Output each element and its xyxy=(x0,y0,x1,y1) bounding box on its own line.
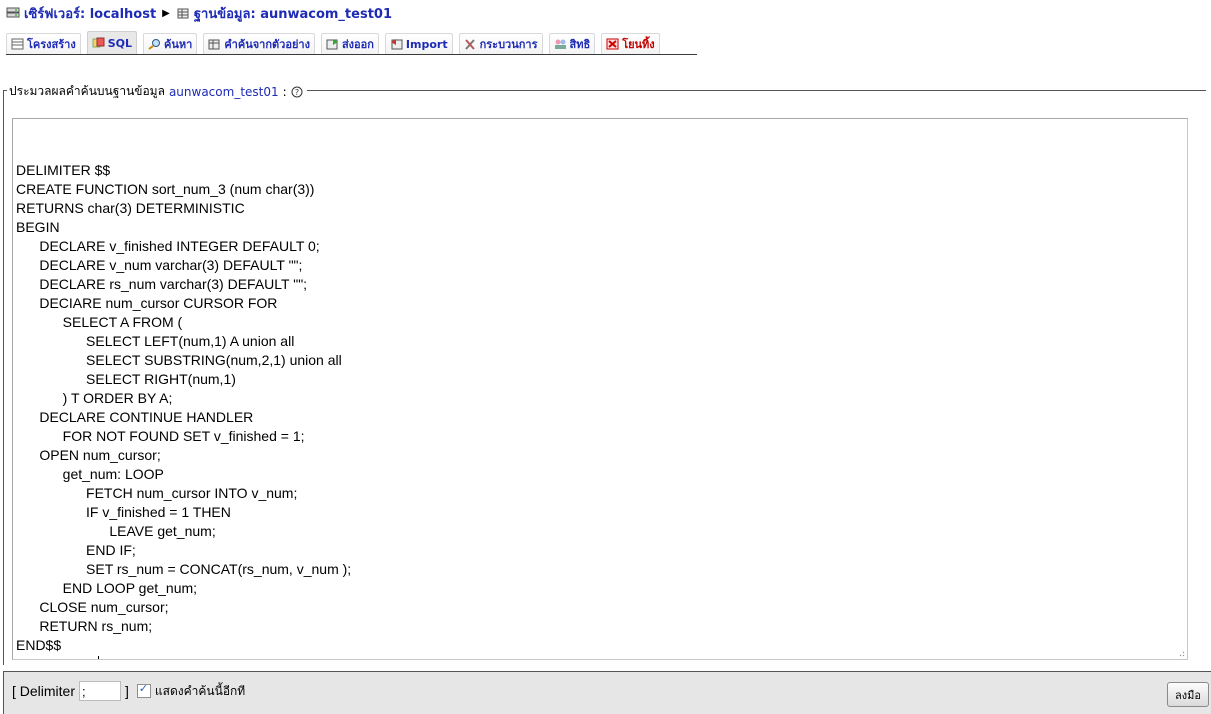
import-icon xyxy=(390,39,403,50)
tab-label: กระบวนการ xyxy=(479,38,538,51)
sql-code-line: SELECT A FROM ( xyxy=(16,314,183,330)
tab-label: คำค้นจากตัวอย่าง xyxy=(224,38,310,51)
query-icon xyxy=(208,39,220,50)
sql-code-line: DECLARE v_num varchar(3) DEFAULT ""; xyxy=(16,257,303,273)
tab-label: ค้นหา xyxy=(164,38,193,51)
svg-text:?: ? xyxy=(295,88,299,97)
sql-icon xyxy=(92,37,105,48)
legend-suffix: : xyxy=(282,84,287,99)
sql-code-line: FETCH num_cursor INTO v_num; xyxy=(16,485,298,501)
tab-query[interactable]: คำค้นจากตัวอย่าง xyxy=(203,33,315,54)
sql-code-line: IF v_finished = 1 THEN xyxy=(16,504,231,520)
sql-code-line: SELECT SUBSTRING(num,2,1) union all xyxy=(16,352,342,368)
sql-code-line: RETURNS char(3) DETERMINISTIC xyxy=(16,200,245,216)
sql-code-line: DECLARE CONTINUE HANDLER xyxy=(16,409,254,425)
tab-sql[interactable]: SQL xyxy=(86,31,138,54)
tab-label: Import xyxy=(405,37,448,51)
sql-code-line: ) T ORDER BY A; xyxy=(16,390,173,406)
drop-icon xyxy=(606,38,619,50)
sql-code-line: CLOSE num_cursor; xyxy=(16,599,169,615)
delimiter-label: [ Delimiter xyxy=(12,683,76,699)
tab-bar: โครงสร้าง SQL ค้นหา คำค้นจากตัวอย่าง ส่ง… xyxy=(6,31,697,55)
sql-code-line: DECLARE rs_num varchar(3) DEFAULT ""; xyxy=(16,276,308,292)
resize-grip-icon[interactable] xyxy=(1177,649,1185,657)
sql-code-line: DECLARE v_finished INTEGER DEFAULT 0; xyxy=(16,238,320,254)
sql-code-line: DELIMITER $$ xyxy=(16,162,111,178)
show-query-again-checkbox[interactable] xyxy=(136,682,151,698)
sql-code-line: END IF; xyxy=(16,542,136,558)
breadcrumb-database[interactable]: ฐานข้อมูล: aunwacom_test01 xyxy=(194,3,392,24)
tab-label: SQL xyxy=(107,36,133,50)
tab-structure[interactable]: โครงสร้าง xyxy=(6,33,81,54)
tab-operations[interactable]: กระบวนการ xyxy=(458,33,543,54)
server-icon xyxy=(6,7,20,18)
sql-code-line: BEGIN xyxy=(16,219,60,235)
sql-code-line: SET rs_num = CONCAT(rs_num, v_num ); xyxy=(16,561,352,577)
tab-label: โครงสร้าง xyxy=(27,38,76,51)
delimiter-close: ] xyxy=(125,683,129,699)
operations-icon xyxy=(464,39,475,50)
tab-import[interactable]: Import xyxy=(384,33,453,54)
tab-export[interactable]: ส่งออก xyxy=(320,33,379,54)
show-query-again-label[interactable]: แสดงคำค้นนี้อีกที xyxy=(155,682,245,701)
sql-query-panel: ประมวลผลคำค้นบนฐานข้อมูล aunwacom_test01… xyxy=(3,82,1206,665)
go-button[interactable]: ลงมือ xyxy=(1167,682,1209,707)
delimiter-input[interactable] xyxy=(79,681,122,701)
tab-drop[interactable]: โยนทิ้ง xyxy=(601,33,660,54)
legend-database-name: aunwacom_test01 xyxy=(168,84,279,99)
sql-code-line: RETURN rs_num; xyxy=(16,618,153,634)
export-icon xyxy=(326,39,338,50)
sql-code-line: DELIMITER ; xyxy=(16,655,1184,659)
help-icon[interactable]: ? xyxy=(291,86,303,98)
sql-query-textarea[interactable]: DELIMITER $$ CREATE FUNCTION sort_num_3 (… xyxy=(12,118,1188,660)
database-icon xyxy=(177,8,189,19)
sql-code-line: END LOOP get_num; xyxy=(16,580,198,596)
sql-panel-legend: ประมวลผลคำค้นบนฐานข้อมูล aunwacom_test01… xyxy=(7,82,307,101)
sql-code-line: END$$ xyxy=(16,637,62,653)
tab-label: ส่งออก xyxy=(341,38,374,51)
privileges-icon xyxy=(554,39,566,49)
breadcrumb-separator-icon: ▶ xyxy=(162,7,170,19)
sql-code-line: CREATE FUNCTION sort_num_3 (num char(3)) xyxy=(16,181,315,197)
sql-code-line: get_num: LOOP xyxy=(16,466,164,482)
sql-code-line: LEAVE get_num; xyxy=(16,523,216,539)
sql-code-line: SELECT LEFT(num,1) A union all xyxy=(16,333,295,349)
sql-code-line: SELECT RIGHT(num,1) xyxy=(16,371,236,387)
tab-label: โยนทิ้ง xyxy=(622,38,655,51)
legend-prefix: ประมวลผลคำค้นบนฐานข้อมูล xyxy=(9,84,165,98)
sql-code-line: DECIARE num_cursor CURSOR FOR xyxy=(16,295,278,311)
tab-label: สิทธิ xyxy=(569,38,591,51)
structure-icon xyxy=(11,38,24,50)
tab-search[interactable]: ค้นหา xyxy=(143,33,198,54)
tab-privileges[interactable]: สิทธิ xyxy=(548,33,596,54)
sql-code-line: FOR NOT FOUND SET v_finished = 1; xyxy=(16,428,305,444)
breadcrumb: เซิร์ฟเวอร์: localhost ▶ ฐานข้อมูล: aunw… xyxy=(6,4,392,22)
delimiter-group: [ Delimiter ] แสดงคำค้นนี้อีกที xyxy=(12,681,245,701)
query-options-bar: [ Delimiter ] แสดงคำค้นนี้อีกที ลงมือ xyxy=(3,671,1211,714)
search-icon xyxy=(148,39,161,50)
text-caret xyxy=(98,656,100,659)
sql-code-line: OPEN num_cursor; xyxy=(16,447,161,463)
breadcrumb-server[interactable]: เซิร์ฟเวอร์: localhost xyxy=(24,3,156,24)
